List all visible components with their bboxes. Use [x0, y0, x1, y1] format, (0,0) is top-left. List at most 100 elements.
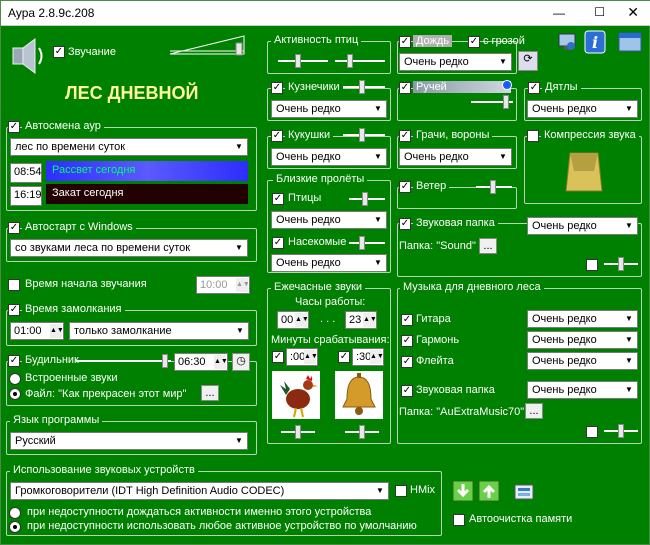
alarm-browse-button[interactable]: ... [201, 385, 219, 401]
flyby-insects-slider[interactable] [349, 236, 385, 250]
flyby-insects-label: Насекомые [288, 236, 347, 248]
stream-checkbox[interactable]: ✓ [399, 82, 411, 94]
flyby-insects-checkbox[interactable]: ✓ [272, 237, 284, 249]
flyby-birds-slider[interactable] [349, 192, 385, 206]
guitar-select[interactable]: Очень редко ▼ [527, 310, 638, 328]
flute-checkbox[interactable]: ✓ [401, 356, 413, 368]
flyby-title: Близкие пролёты [273, 173, 368, 185]
rain-checkbox[interactable]: ✓ [399, 36, 411, 48]
stream-slider[interactable] [471, 95, 513, 109]
alarm-time[interactable]: 06:30 ▲▼ [174, 353, 228, 371]
auto-change-checkbox[interactable]: ✓ [8, 121, 20, 133]
volume-slider[interactable] [168, 34, 248, 56]
sound-folder-checkbox[interactable]: ✓ [399, 218, 411, 230]
info-icon[interactable]: i [584, 30, 606, 54]
autostart-checkbox[interactable]: ✓ [8, 222, 20, 234]
minute-2-checkbox[interactable]: ✓ [338, 351, 350, 363]
harmonica-checkbox[interactable]: ✓ [401, 335, 413, 347]
alarm-checkbox[interactable]: ✓ [8, 355, 20, 367]
clock-icon[interactable]: ◷ [232, 353, 250, 371]
minimize-button[interactable]: — [553, 6, 565, 20]
start-time-input[interactable]: 10:00 ▲▼ [196, 276, 250, 294]
aura-name: ЛЕС ДНЕВНОЙ [65, 83, 199, 103]
birds-slider-2[interactable] [335, 54, 385, 68]
bell-icon[interactable] [335, 371, 383, 419]
stream-label: Ручей [413, 81, 511, 93]
rooks-select[interactable]: Очень редко ▼ [399, 148, 512, 166]
minute-2-input[interactable]: :30 ▲▼ [352, 348, 384, 366]
alarm-volume-slider[interactable] [76, 354, 171, 368]
device-wait-radio[interactable] [9, 507, 21, 519]
alarm-builtin-radio[interactable] [9, 373, 21, 385]
device-any-radio[interactable] [9, 521, 21, 533]
hmix-checkbox[interactable] [395, 485, 407, 497]
sound-folder-slider[interactable] [604, 257, 638, 271]
memory-icon[interactable] [513, 480, 535, 502]
wind-checkbox[interactable]: ✓ [399, 181, 411, 193]
grasshoppers-checkbox[interactable]: ✓ [271, 82, 283, 94]
music-title: Музыка для дневного леса [400, 281, 544, 293]
bell-volume-slider[interactable] [345, 425, 379, 439]
flyby-birds-checkbox[interactable]: ✓ [272, 193, 284, 205]
alarm-file-radio[interactable] [9, 388, 21, 400]
autoclean-label: Автоочистка памяти [469, 513, 573, 525]
sunset-label: Закат сегодня [52, 187, 124, 199]
sound-folder-select[interactable]: Очень редко ▼ [527, 217, 638, 235]
flyby-insects-select[interactable]: Очень редко ▼ [271, 254, 387, 272]
birds-slider-1[interactable] [278, 54, 328, 68]
music-folder-browse-button[interactable]: ... [525, 403, 543, 419]
harmonica-select[interactable]: Очень редко ▼ [527, 331, 638, 349]
woodpeckers-label: Дятлы [542, 81, 581, 93]
window-icon[interactable] [618, 32, 642, 52]
woodpeckers-checkbox[interactable]: ✓ [528, 82, 540, 94]
music-folder-select[interactable]: Очень редко ▼ [527, 381, 638, 399]
alarm-builtin-label: Встроенные звуки [25, 372, 118, 384]
sound-folder-loop-checkbox[interactable] [586, 259, 598, 271]
wind-slider[interactable] [476, 180, 512, 194]
compression-checkbox[interactable] [527, 130, 539, 142]
import-icon[interactable] [452, 480, 474, 502]
cuckoos-slider[interactable] [343, 128, 385, 142]
grasshoppers-slider[interactable] [343, 80, 385, 94]
minute-1-input[interactable]: :00 ▲▼ [286, 348, 318, 366]
music-folder-checkbox[interactable]: ✓ [401, 385, 413, 397]
rooster-icon[interactable] [272, 371, 320, 419]
stream-indicator [502, 80, 512, 90]
shutdown-time[interactable]: 01:00 ▲▼ [10, 322, 64, 340]
start-time-checkbox[interactable] [8, 279, 20, 291]
sound-checkbox[interactable]: ✓ [53, 46, 65, 58]
music-folder-label: Звуковая папка [416, 384, 495, 396]
hourly-hours-label: Часы работы: [295, 296, 366, 308]
auto-change-select[interactable]: лес по времени суток ▼ [10, 138, 248, 156]
autoclean-checkbox[interactable] [453, 514, 465, 526]
device-select[interactable]: Громкоговорители (IDT High Definition Au… [10, 482, 389, 500]
network-icon[interactable] [556, 31, 578, 53]
thunder-checkbox[interactable]: ✓ [468, 36, 480, 48]
autostart-select[interactable]: со звуками леса по времени суток ▼ [10, 239, 248, 257]
music-volume-slider[interactable] [604, 424, 638, 438]
minute-1-checkbox[interactable]: ✓ [272, 351, 284, 363]
rain-settings-icon[interactable]: ⟳ [518, 51, 538, 71]
speaker-icon[interactable] [11, 36, 47, 76]
shutdown-checkbox[interactable]: ✓ [8, 304, 20, 316]
flyby-birds-select[interactable]: Очень редко ▼ [271, 211, 387, 229]
maximize-button[interactable]: ☐ [594, 5, 605, 19]
close-button[interactable]: ✕ [627, 4, 639, 21]
shutdown-mode-select[interactable]: только замолкание ▼ [69, 322, 249, 340]
woodpeckers-select[interactable]: Очень редко ▼ [527, 100, 638, 118]
cuckoos-select[interactable]: Очень редко ▼ [271, 148, 387, 166]
guitar-checkbox[interactable]: ✓ [401, 314, 413, 326]
music-loop-checkbox[interactable] [586, 426, 598, 438]
sound-folder-browse-button[interactable]: ... [479, 238, 497, 254]
hourly-from[interactable]: 00 ▲▼ [277, 311, 309, 329]
grasshoppers-select[interactable]: Очень редко ▼ [271, 100, 387, 118]
flute-select[interactable]: Очень редко ▼ [527, 352, 638, 370]
rooks-checkbox[interactable]: ✓ [399, 130, 411, 142]
language-select[interactable]: Русский ▼ [10, 432, 248, 450]
export-icon[interactable] [478, 480, 500, 502]
rooster-volume-slider[interactable] [281, 425, 315, 439]
rain-select[interactable]: Очень редко ▼ [399, 53, 512, 71]
hourly-dots: . . . [320, 313, 336, 325]
cuckoos-checkbox[interactable]: ✓ [271, 130, 283, 142]
hourly-to[interactable]: 23 ▲▼ [345, 311, 377, 329]
